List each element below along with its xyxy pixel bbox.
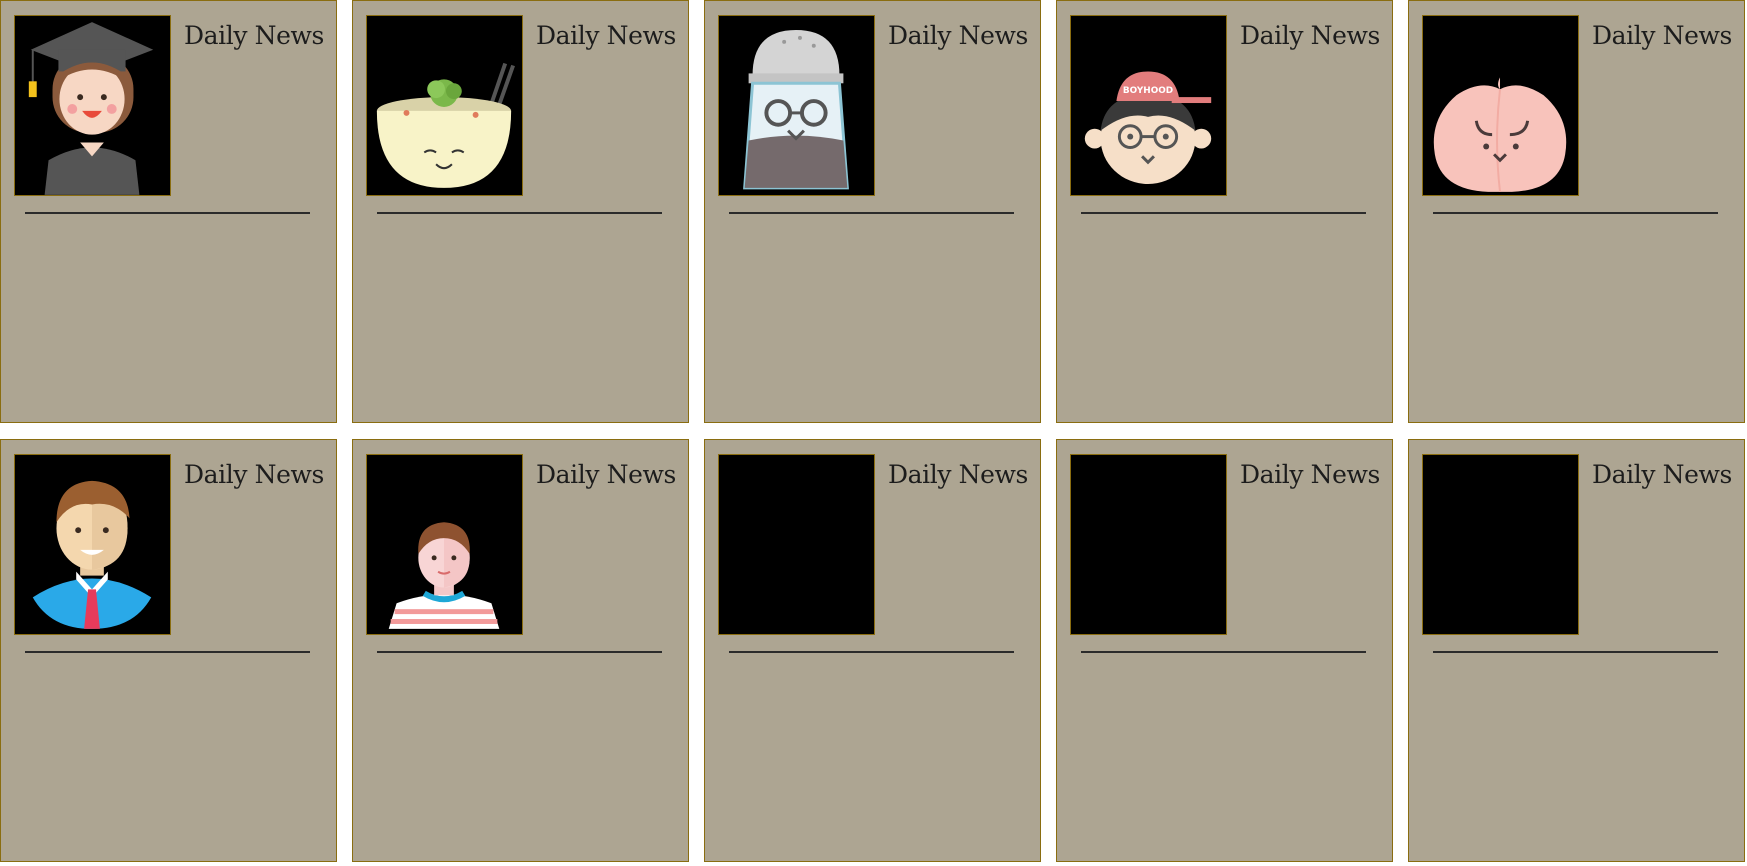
pepper-shaker-icon — [718, 15, 875, 196]
businessman-icon — [14, 454, 171, 635]
card-headline: Daily News — [1592, 21, 1732, 50]
empty-thumbnail — [1070, 454, 1227, 635]
boyhood-cap-boy-icon: BOYHOOD — [1070, 15, 1227, 196]
news-card-grid: Daily News Daily News Daily News BOYHOOD… — [0, 0, 1747, 866]
card-headline: Daily News — [888, 21, 1028, 50]
news-card[interactable]: Daily News — [352, 439, 689, 862]
noodle-bowl-icon — [366, 15, 523, 196]
graduate-girl-icon — [14, 15, 171, 196]
divider — [1081, 651, 1366, 653]
news-card[interactable]: Daily News — [352, 0, 689, 423]
card-headline: Daily News — [536, 21, 676, 50]
divider — [729, 212, 1014, 214]
news-card[interactable]: Daily News — [0, 439, 337, 862]
news-card[interactable]: Daily News — [1408, 0, 1745, 423]
card-headline: Daily News — [184, 460, 324, 489]
card-headline: Daily News — [1592, 460, 1732, 489]
card-headline: Daily News — [1240, 21, 1380, 50]
cap-label: BOYHOOD — [1123, 86, 1173, 96]
divider — [1433, 651, 1718, 653]
card-headline: Daily News — [1240, 460, 1380, 489]
empty-thumbnail — [1422, 454, 1579, 635]
news-card[interactable]: Daily News — [1408, 439, 1745, 862]
news-card[interactable]: Daily News — [1056, 439, 1393, 862]
divider — [729, 651, 1014, 653]
divider — [25, 651, 310, 653]
empty-thumbnail — [718, 454, 875, 635]
divider — [377, 212, 662, 214]
news-card[interactable]: Daily News — [704, 439, 1041, 862]
card-headline: Daily News — [536, 460, 676, 489]
news-card[interactable]: Daily News — [704, 0, 1041, 423]
news-card[interactable]: Daily News — [0, 0, 337, 423]
striped-shirt-boy-icon — [366, 454, 523, 635]
card-headline: Daily News — [888, 460, 1028, 489]
divider — [25, 212, 310, 214]
divider — [1433, 212, 1718, 214]
divider — [377, 651, 662, 653]
news-card[interactable]: BOYHOOD Daily News — [1056, 0, 1393, 423]
peach-icon — [1422, 15, 1579, 196]
divider — [1081, 212, 1366, 214]
card-headline: Daily News — [184, 21, 324, 50]
